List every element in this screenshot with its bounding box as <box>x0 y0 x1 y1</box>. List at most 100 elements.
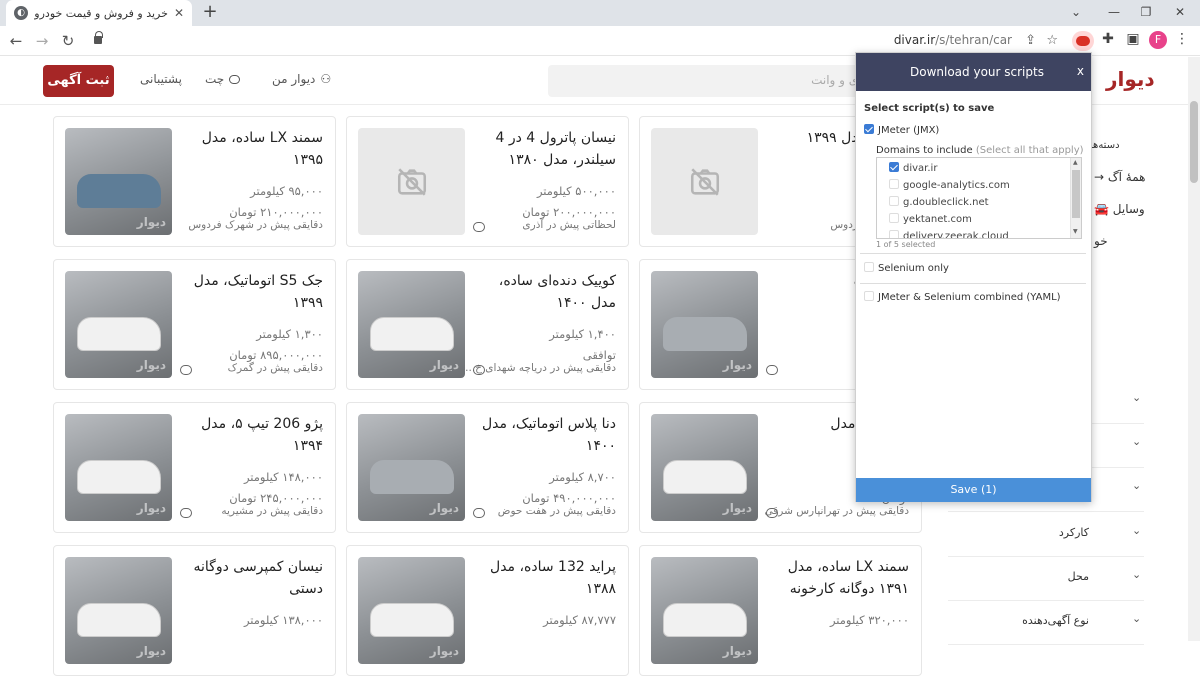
listing-card[interactable]: دیوار نیسان کمپرسی دوگانه دستی ۱۳۸,۰۰۰ کیل… <box>53 545 336 676</box>
side-panel-icon[interactable]: ▣ <box>1123 31 1143 47</box>
chat-icon[interactable] <box>180 508 192 518</box>
domains-scroll-thumb[interactable] <box>1072 170 1080 218</box>
filter-row[interactable]: نوع آگهی‌دهنده ⌄ <box>948 601 1144 645</box>
chat-icon[interactable] <box>473 222 485 232</box>
selenium-checkbox[interactable] <box>864 262 874 272</box>
domain-checkbox[interactable] <box>889 230 899 238</box>
listing-title[interactable]: سمند LX ساده، مدل ۱۳۹۵ <box>178 127 323 171</box>
lock-icon <box>94 31 103 44</box>
listing-title[interactable]: سمند LX ساده، مدل ۱۳۹۱ دوگانه کارخونه <box>764 556 909 600</box>
sidebar-item-partial[interactable]: خو <box>1094 234 1108 248</box>
domain-option[interactable]: yektanet.com <box>889 213 972 225</box>
address-bar[interactable]: divar.ir/s/tehran/car ⇪ ☆ <box>84 28 1070 54</box>
listing-card[interactable]: نیسان پاترول 4 در 4 سیلندر، مدل ۱۳۸۰ ۵۰۰,… <box>346 116 629 247</box>
jmeter-checkbox[interactable] <box>864 124 874 134</box>
listing-title[interactable]: پژو 206 تیپ ۵، مدل ۱۳۹۴ <box>178 413 323 457</box>
combined-checkbox[interactable] <box>864 291 874 301</box>
listing-price: ۲۰۰,۰۰۰,۰۰۰ تومان <box>522 205 616 219</box>
watermark: دیوار <box>136 215 166 229</box>
listing-title[interactable]: پراید 132 ساده، مدل ۱۳۸۸ <box>471 556 616 600</box>
watermark: دیوار <box>722 358 752 372</box>
chat-link[interactable]: چت <box>205 72 241 86</box>
car-image <box>370 603 454 637</box>
listing-card[interactable]: دیوار پراید 132 ساده، مدل ۱۳۸۸ ۸۷,۷۷۷ کیلو… <box>346 545 629 676</box>
chevron-down-icon: ⌄ <box>1132 479 1142 492</box>
profile-avatar[interactable]: F <box>1149 31 1167 49</box>
divar-logo[interactable]: دیوار <box>1106 67 1155 91</box>
domain-option[interactable]: divar.ir <box>889 162 937 174</box>
listing-mileage: ۱,۳۰۰ کیلومتر <box>256 327 323 341</box>
chevron-down-icon: ⌄ <box>1132 568 1142 581</box>
extensions-puzzle-icon[interactable]: ✚ <box>1098 31 1118 47</box>
domain-option[interactable]: g.doubleclick.net <box>889 196 989 208</box>
filter-row[interactable]: محل ⌄ <box>948 557 1144 601</box>
domains-scrollbar[interactable]: ▲ ▼ <box>1070 158 1081 238</box>
listing-photo: دیوار <box>65 128 172 235</box>
listing-title[interactable]: نیسان پاترول 4 در 4 سیلندر، مدل ۱۳۸۰ <box>471 127 616 171</box>
chat-icon[interactable] <box>180 365 192 375</box>
listing-card[interactable]: دیوار سمند LX ساده، مدل ۱۳۹۱ دوگانه کارخو… <box>639 545 922 676</box>
chevron-down-icon: ⌄ <box>1132 612 1142 625</box>
tab-close-icon[interactable]: ✕ <box>174 6 184 20</box>
scroll-up-icon[interactable]: ▲ <box>1073 159 1078 166</box>
listing-title[interactable]: کوییک دنده‌ای ساده، مدل ۱۴۰۰ <box>471 270 616 314</box>
listing-title[interactable]: دنا پلاس اتوماتیک، مدل ۱۴۰۰ <box>471 413 616 457</box>
domain-checkbox[interactable] <box>889 162 899 172</box>
sidebar-item-all-ads[interactable]: همهٔ آگ → <box>1094 170 1145 184</box>
car-image <box>370 317 454 351</box>
sidebar-item-vehicles[interactable]: وسایل 🚘 <box>1094 202 1145 216</box>
listing-card[interactable]: دیوار پژو 206 تیپ ۵، مدل ۱۳۹۴ ۱۴۸,۰۰۰ کیلو… <box>53 402 336 533</box>
listing-title[interactable]: نیسان کمپرسی دوگانه دستی <box>178 556 324 600</box>
chat-icon[interactable] <box>766 508 778 518</box>
listing-mileage: ۱۳۸,۰۰۰ کیلومتر <box>243 613 323 627</box>
forward-icon[interactable]: → <box>32 31 52 51</box>
car-image <box>77 174 161 208</box>
listing-card[interactable]: دیوار جک S5 اتوماتیک، مدل ۱۳۹۹ ۱,۳۰۰ کیلوم… <box>53 259 336 390</box>
window-close-icon[interactable]: ✕ <box>1160 0 1200 26</box>
scroll-down-icon[interactable]: ▼ <box>1073 228 1078 235</box>
save-button[interactable]: Save (1) <box>856 478 1091 502</box>
listing-card[interactable]: دیوار کوییک دنده‌ای ساده، مدل ۱۴۰۰ ۱,۴۰۰ ک… <box>346 259 629 390</box>
back-icon[interactable]: ← <box>6 31 26 51</box>
post-ad-button[interactable]: ثبت آگهی <box>43 65 114 97</box>
selenium-option[interactable]: Selenium only <box>864 262 949 274</box>
chat-icon[interactable] <box>473 365 485 375</box>
listing-photo: دیوار <box>358 271 465 378</box>
domains-listbox[interactable]: divar.ir google-analytics.com g.doubleclic… <box>876 157 1082 239</box>
domains-label: Domains to include (Select all that appl… <box>876 145 1084 156</box>
bookmark-star-icon[interactable]: ☆ <box>1046 33 1058 48</box>
chevron-down-icon: ⌄ <box>1132 435 1142 448</box>
new-tab-icon[interactable]: + <box>200 3 220 23</box>
tab-search-icon[interactable]: ⌄ <box>1056 0 1096 26</box>
chat-icon[interactable] <box>766 365 778 375</box>
domain-label: google-analytics.com <box>903 180 1010 191</box>
extension-recorder-icon[interactable] <box>1072 31 1094 51</box>
page-scrollbar[interactable] <box>1188 57 1200 641</box>
filter-row[interactable]: کارکرد ⌄ <box>948 513 1144 557</box>
listing-card[interactable]: دیوار سمند LX ساده، مدل ۱۳۹۵ ۹۵,۰۰۰ کیلومت… <box>53 116 336 247</box>
domain-checkbox[interactable] <box>889 179 899 189</box>
popup-close-button[interactable]: x <box>1077 64 1084 78</box>
listing-title[interactable]: جک S5 اتوماتیک، مدل ۱۳۹۹ <box>178 270 323 314</box>
chat-icon[interactable] <box>473 508 485 518</box>
listing-mileage: ۸,۷۰۰ کیلومتر <box>549 470 616 484</box>
domain-option[interactable]: delivery.zeerak.cloud <box>889 230 1009 238</box>
reload-icon[interactable]: ↻ <box>58 31 78 51</box>
browser-tab[interactable]: ◐ خرید و فروش و قیمت خودرو در تهران ✕ <box>6 0 192 26</box>
watermark: دیوار <box>722 501 752 515</box>
car-image <box>77 317 161 351</box>
listing-card[interactable]: دیوار دنا پلاس اتوماتیک، مدل ۱۴۰۰ ۸,۷۰۰ کی… <box>346 402 629 533</box>
car-image <box>77 460 161 494</box>
support-link[interactable]: پشتیبانی <box>140 72 182 86</box>
browser-menu-icon[interactable]: ⋮ <box>1172 31 1192 47</box>
share-icon[interactable]: ⇪ <box>1025 33 1036 48</box>
domain-checkbox[interactable] <box>889 213 899 223</box>
combined-option[interactable]: JMeter & Selenium combined (YAML) <box>864 291 1061 303</box>
my-divar-link[interactable]: دیوار من ⚇ <box>272 72 331 86</box>
listing-mileage: ۹۵,۰۰۰ کیلومتر <box>250 184 323 198</box>
listing-time: دقایقی پیش در تهرانپارس شرقی <box>764 505 909 517</box>
domain-option[interactable]: google-analytics.com <box>889 179 1010 191</box>
scrollbar-thumb[interactable] <box>1190 101 1198 183</box>
domain-checkbox[interactable] <box>889 196 899 206</box>
jmeter-option[interactable]: JMeter (JMX) <box>864 124 939 136</box>
